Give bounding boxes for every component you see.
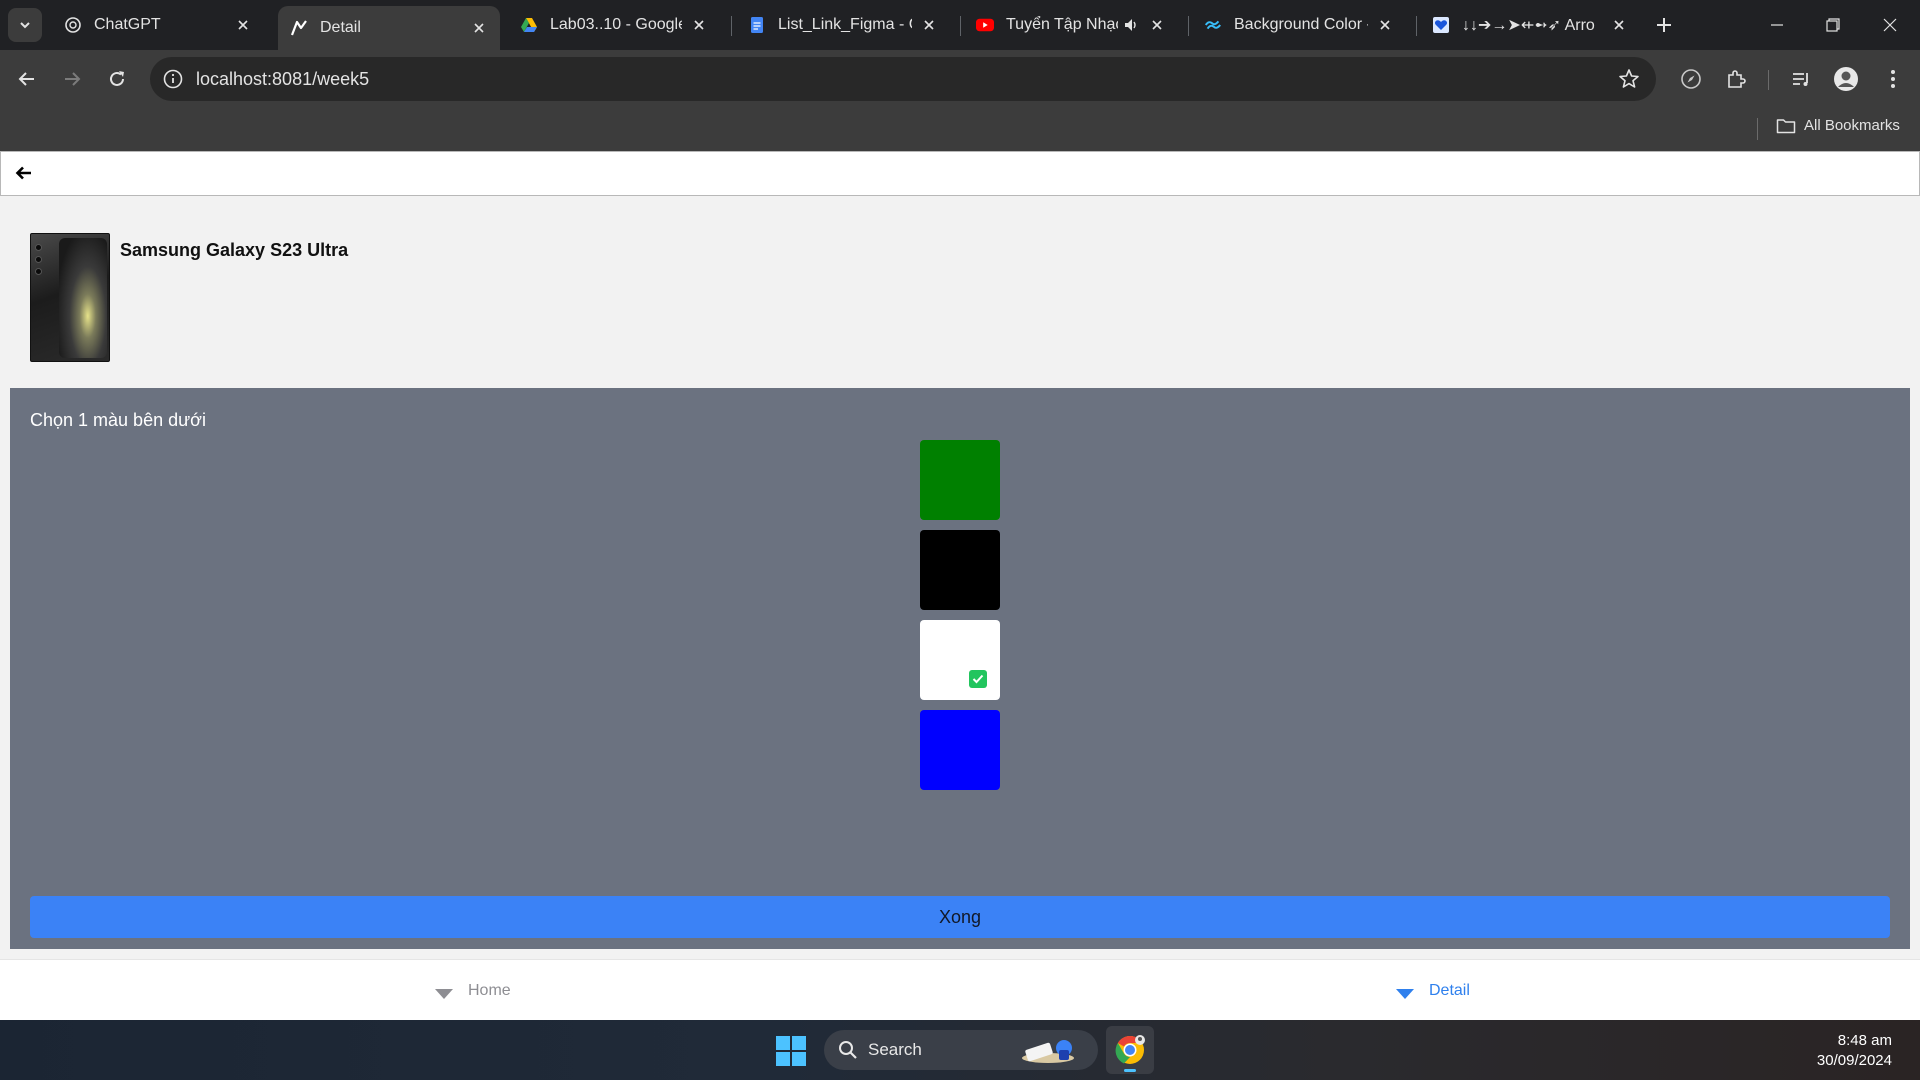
bottom-tab-bar: Home Detail [0,959,1920,1020]
color-swatch-blue[interactable] [920,710,1000,790]
caret-down-icon [435,988,453,999]
tab-title: List_Link_Figma - Go [778,16,912,33]
folder-icon [1776,118,1796,133]
minimize-icon [1771,24,1783,26]
tab-title: Detail [320,19,361,36]
minimize-button[interactable] [1749,0,1805,50]
restore-icon [1826,18,1840,32]
tab-title: Tuyển Tập Nhạc [1006,16,1118,33]
bottom-tab-detail[interactable]: Detail [1395,960,1470,1021]
heart-badge-icon [1432,16,1450,34]
chrome-taskbar-icon[interactable] [1106,1026,1154,1074]
tab-title: Lab03..10 - Google D [550,16,682,33]
plus-icon [1657,18,1671,32]
tab-separator [1416,16,1417,36]
bottom-tab-home[interactable]: Home [434,960,511,1021]
taskbar-search-label: Search [868,1040,922,1059]
arrow-left-icon [18,72,34,86]
close-icon[interactable] [470,19,488,37]
tab-youtube[interactable]: Tuyển Tập Nhạc [964,6,1178,44]
app-header [0,151,1920,196]
tab-title: ChatGPT [94,16,161,33]
close-window-button[interactable] [1862,0,1918,50]
arrow-right-icon [65,72,81,86]
close-icon[interactable] [234,16,252,34]
google-drive-icon [520,16,538,34]
header-back-button[interactable] [13,162,35,184]
bookmark-star-icon[interactable] [1618,68,1640,90]
tab-tailwind[interactable]: Background Color - T [1192,6,1406,44]
toolbar-divider [1768,70,1769,90]
bottom-tab-label: Detail [1429,981,1470,999]
clock-date: 30/09/2024 [1816,1052,1892,1069]
checkmark-icon [969,670,987,688]
new-tab-button[interactable] [1651,12,1677,38]
tab-separator [1188,16,1189,36]
extensions-icon[interactable] [1723,66,1749,92]
page-viewport: Samsung Galaxy S23 Ultra Chọn 1 màu bên … [0,151,1920,1020]
color-picker-panel: Chọn 1 màu bên dưới Xong [10,388,1910,949]
color-swatch-black[interactable] [920,530,1000,610]
tailwind-icon [1204,16,1222,34]
product-image [30,233,110,362]
color-swatch-list [920,440,1000,800]
done-button[interactable]: Xong [30,896,1890,938]
all-bookmarks-label: All Bookmarks [1804,117,1900,134]
tab-separator [960,16,961,36]
bookmarks-divider [1757,118,1758,140]
close-icon[interactable] [920,16,938,34]
product-name: Samsung Galaxy S23 Ultra [120,240,349,260]
arrow-left-icon [15,166,31,180]
tab-google-docs[interactable]: List_Link_Figma - Go [736,6,950,44]
system-clock[interactable]: 8:48 am 30/09/2024 [1817,1031,1892,1071]
tab-title: Background Color - T [1234,16,1368,33]
search-highlight-icon [1022,1040,1074,1063]
youtube-icon [976,16,994,34]
site-info-icon[interactable] [162,68,184,90]
close-icon[interactable] [1376,16,1394,34]
speaker-icon[interactable] [1122,16,1140,34]
reload-icon [110,71,124,86]
bottom-tab-label: Home [468,981,511,999]
caret-down-icon [1396,988,1414,999]
restore-button[interactable] [1805,0,1861,50]
close-icon[interactable] [690,16,708,34]
all-bookmarks-button[interactable]: All Bookmarks [1776,117,1900,134]
compass-extension-icon[interactable] [1678,66,1704,92]
bookmarks-bar: All Bookmarks [0,108,1920,151]
back-button[interactable] [12,64,42,94]
choose-color-label: Chọn 1 màu bên dưới [30,410,206,430]
expo-icon [290,19,308,37]
close-icon [1883,18,1897,32]
address-bar[interactable]: localhost:8081/week5 [150,57,1656,101]
color-swatch-green[interactable] [920,440,1000,520]
chatgpt-icon [64,16,82,34]
windows-taskbar: Search 8:48 am 30/09/2024 [0,1020,1920,1080]
tab-google-drive[interactable]: Lab03..10 - Google D [508,6,720,44]
tab-chatgpt[interactable]: ChatGPT [52,6,264,44]
taskbar-search[interactable]: Search [824,1030,1098,1070]
media-control-icon[interactable] [1788,66,1814,92]
tab-separator [731,16,732,36]
windows-start-button[interactable] [776,1036,806,1066]
profile-avatar[interactable] [1833,66,1859,92]
chevron-down-icon [20,22,30,29]
clock-time: 8:48 am [1837,1032,1892,1049]
browser-toolbar: localhost:8081/week5 [0,50,1920,108]
running-indicator [1124,1069,1136,1072]
close-icon[interactable] [1610,16,1628,34]
url-text[interactable]: localhost:8081/week5 [196,69,369,90]
tab-search-button[interactable] [8,8,42,42]
search-icon [839,1041,857,1059]
tab-detail[interactable]: Detail [278,6,500,50]
browser-tabstrip: ChatGPT Detail Lab03..10 - Google D List… [0,0,1920,50]
kebab-menu-icon[interactable] [1880,66,1906,92]
forward-button[interactable] [57,64,87,94]
reload-button[interactable] [102,64,132,94]
color-swatch-white[interactable] [920,620,1000,700]
tab-title: ↓↓➔→➤⇷➻➶ Arro [1462,17,1595,34]
tab-arrows[interactable]: ↓↓➔→➤⇷➻➶ Arro [1420,6,1640,44]
close-icon[interactable] [1148,16,1166,34]
google-docs-icon [748,16,766,34]
